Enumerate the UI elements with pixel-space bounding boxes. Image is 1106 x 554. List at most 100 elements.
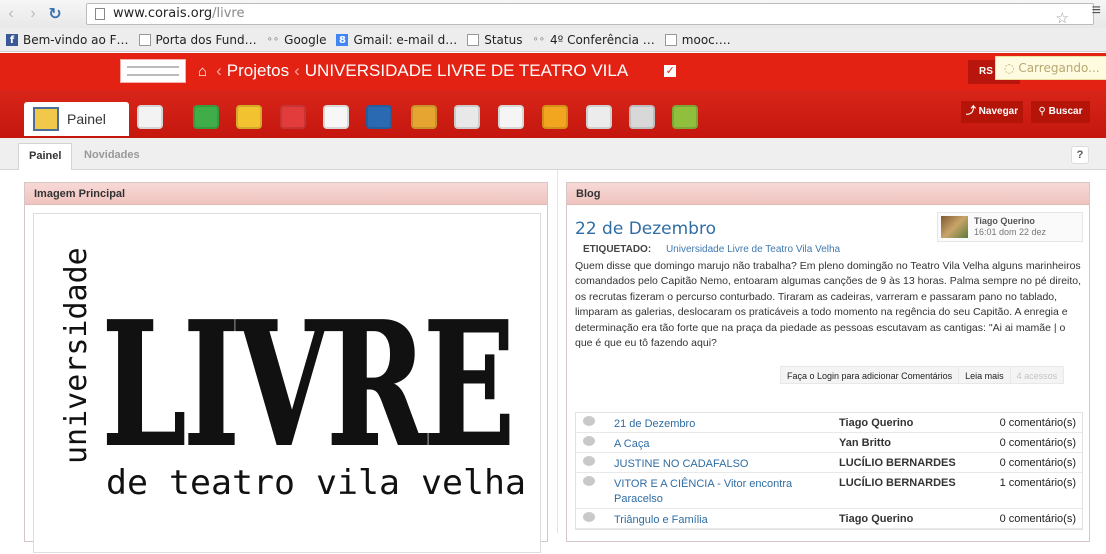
page-icon: [467, 33, 480, 46]
tab-bar: Painel Novidades ?: [0, 138, 1106, 170]
blocks-icon[interactable]: [366, 105, 392, 129]
glasses-icon: ∘∘: [532, 33, 545, 45]
bookmark-item[interactable]: Porta dos Fund…: [138, 32, 257, 47]
navigate-icon: ⤴: [965, 106, 976, 117]
user-icon[interactable]: [236, 105, 262, 129]
lightbulb-icon[interactable]: [280, 105, 306, 129]
comment-icon: [583, 512, 595, 522]
panel-title: Blog: [567, 183, 1089, 205]
bookmark-item[interactable]: Status: [467, 33, 522, 47]
breadcrumb-current[interactable]: UNIVERSIDADE LIVRE DE TEATRO VILA: [305, 61, 628, 81]
post-author: LUCÍLIO BERNARDES: [839, 457, 956, 469]
breadcrumb-projects[interactable]: Projetos: [227, 61, 289, 81]
chevron-left-icon: ‹: [294, 61, 300, 80]
navegar-label: Navegar: [978, 106, 1019, 117]
spinner-icon: ◌: [1004, 61, 1015, 75]
book-icon[interactable]: [672, 105, 698, 129]
comment-icon: [583, 476, 595, 486]
login-comment-button[interactable]: Faça o Login para adicionar Comentários: [780, 366, 960, 384]
list-item[interactable]: JUSTINE NO CADAFALSO LUCÍLIO BERNARDES 0 c…: [576, 453, 1082, 473]
buscar-button[interactable]: ⚲ Buscar: [1031, 101, 1090, 123]
painel-button[interactable]: Painel: [24, 102, 129, 136]
bookmark-item[interactable]: f Bem-vindo ao F…: [6, 33, 129, 47]
page-icon: [138, 33, 151, 46]
read-more-button[interactable]: Leia mais: [958, 366, 1011, 384]
breadcrumb: ⌂ ‹ Projetos ‹ UNIVERSIDADE LIVRE DE TEA…: [198, 61, 677, 81]
bookmark-label: Google: [284, 32, 327, 47]
bookmark-label: Porta dos Fund…: [155, 32, 257, 47]
author-card[interactable]: Tiago Querino 16:01 dom 22 dez: [937, 212, 1083, 242]
glasses-icon: ∘∘: [266, 33, 280, 45]
post-author: Tiago Querino: [839, 513, 914, 525]
list-item[interactable]: A Caça Yan Britto 0 comentário(s): [576, 433, 1082, 453]
forward-icon[interactable]: ›: [22, 5, 44, 23]
checkbox-icon[interactable]: [193, 105, 219, 129]
main-image: universidade LIVRE de teatro vila velha: [33, 213, 541, 553]
coins-icon[interactable]: [411, 105, 437, 129]
comment-count: 0 comentário(s): [999, 417, 1076, 429]
edit-icon[interactable]: [454, 105, 480, 129]
post-link[interactable]: 21 de Dezembro: [614, 417, 824, 432]
buscar-label: Buscar: [1048, 106, 1083, 117]
panel-title: Imagem Principal: [25, 183, 547, 205]
browser-menu-icon[interactable]: ≡: [1092, 2, 1101, 20]
post-body: Quem disse que domingo marujo não trabal…: [575, 260, 1082, 350]
logo-text-sub: de teatro vila velha: [106, 463, 526, 503]
post-link[interactable]: A Caça: [614, 437, 824, 452]
bookmark-label: Gmail: e-mail d…: [353, 32, 458, 47]
org-chart-icon[interactable]: [542, 105, 568, 129]
dropdown-check-icon[interactable]: ✓: [664, 65, 677, 77]
post-list: 21 de Dezembro Tiago Querino 0 comentário(…: [575, 412, 1083, 530]
post-author: LUCÍLIO BERNARDES: [839, 477, 956, 489]
chevron-left-icon: ‹: [216, 61, 222, 80]
bookmark-item[interactable]: ∘∘ Google: [267, 33, 327, 47]
comment-icon: [583, 436, 595, 446]
site-header: ⌂ ‹ Projetos ‹ UNIVERSIDADE LIVRE DE TEA…: [0, 53, 1106, 90]
address-bar[interactable]: www.corais.org/livre ☆: [86, 3, 1094, 28]
painel-button-label: Painel: [67, 111, 106, 127]
comment-count: 1 comentário(s): [999, 477, 1076, 489]
bookmark-item[interactable]: 8 Gmail: e-mail d…: [336, 33, 457, 47]
post-link[interactable]: JUSTINE NO CADAFALSO: [614, 457, 824, 472]
logo-text-main: LIVRE: [102, 285, 512, 485]
reload-icon[interactable]: ↻: [44, 4, 66, 24]
bookmark-item[interactable]: mooc….: [664, 33, 731, 47]
calendar-icon[interactable]: [586, 105, 612, 129]
tab-novidades[interactable]: Novidades: [74, 143, 150, 170]
post-tags: ETIQUETADO: Universidade Livre de Teatro…: [583, 244, 840, 255]
blog-panel: Blog 22 de Dezembro Tiago Querino 16:01 …: [566, 182, 1090, 542]
bookmark-item[interactable]: ∘∘ 4º Conferência …: [532, 33, 654, 47]
table-icon[interactable]: [498, 105, 524, 129]
list-item[interactable]: 21 de Dezembro Tiago Querino 0 comentário(…: [576, 413, 1082, 433]
document-icon[interactable]: [323, 105, 349, 129]
cabinet-icon[interactable]: [629, 105, 655, 129]
bookmarks-bar: f Bem-vindo ao F… Porta dos Fund… ∘∘ Google 8…: [0, 28, 1106, 52]
bookmark-star-icon[interactable]: ☆: [1056, 8, 1069, 28]
post-link[interactable]: VITOR E A CIÊNCIA - Vitor encontra Parac…: [614, 477, 824, 507]
home-icon[interactable]: ⌂: [198, 63, 207, 80]
page-icon: [664, 33, 677, 46]
post-time: 16:01 dom 22 dez: [974, 227, 1047, 237]
url-path: /livre: [212, 6, 245, 21]
facebook-icon: f: [6, 33, 18, 46]
bookmark-label: Status: [484, 32, 523, 47]
tag-link[interactable]: Universidade Livre de Teatro Vila Velha: [666, 244, 840, 255]
bookmark-label: Bem-vindo ao F…: [23, 32, 129, 47]
back-icon[interactable]: ‹: [0, 5, 22, 23]
tab-painel[interactable]: Painel: [18, 143, 73, 170]
list-item[interactable]: VITOR E A CIÊNCIA - Vitor encontra Parac…: [576, 473, 1082, 509]
list-item[interactable]: Triângulo e Família Tiago Querino 0 coment…: [576, 509, 1082, 529]
site-logo[interactable]: [120, 59, 186, 83]
help-button[interactable]: ?: [1071, 146, 1089, 164]
tools-toolbar: Painel ⤴ Navegar ⚲ Buscar: [0, 90, 1106, 138]
bookmark-label: 4º Conferência …: [549, 32, 655, 47]
author-name: Tiago Querino: [974, 216, 1035, 226]
browser-toolbar: ‹ › ↻ www.corais.org/livre ☆ ≡: [0, 0, 1106, 28]
comment-icon: [583, 416, 595, 426]
post-link[interactable]: Triângulo e Família: [614, 513, 824, 528]
post-title[interactable]: 22 de Dezembro: [575, 219, 716, 239]
speech-bubble-icon[interactable]: [137, 105, 163, 129]
comment-icon: [583, 456, 595, 466]
livre-logo-image: universidade LIVRE de teatro vila velha: [59, 247, 526, 503]
navegar-button[interactable]: ⤴ Navegar: [961, 101, 1023, 123]
